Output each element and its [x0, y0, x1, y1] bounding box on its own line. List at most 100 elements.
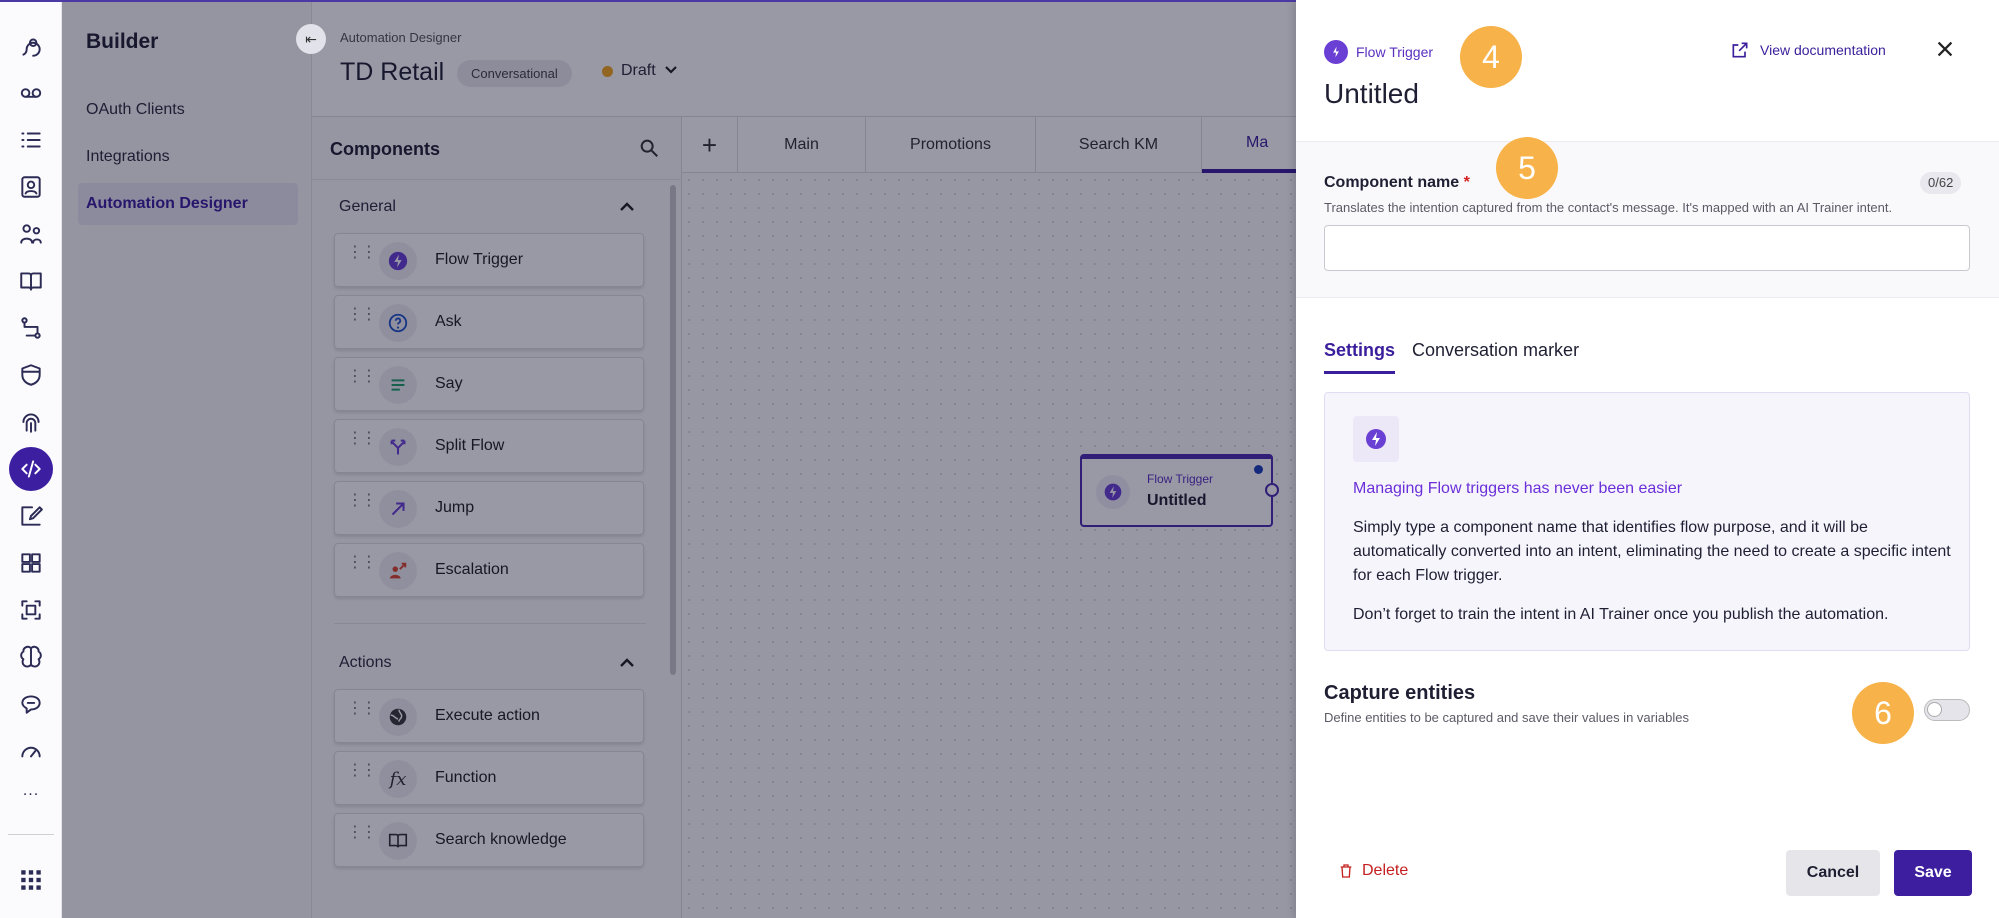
cancel-button[interactable]: Cancel	[1786, 850, 1880, 896]
component-escalation[interactable]: ⋮⋮ Escalation	[334, 543, 644, 597]
lines-icon	[379, 366, 417, 404]
char-counter: 0/62	[1920, 172, 1962, 194]
flow-icon[interactable]	[11, 308, 51, 348]
chevron-up-icon[interactable]	[618, 654, 636, 672]
collapse-sidebar-button[interactable]: ⇤	[296, 24, 326, 54]
bolt-icon	[1353, 416, 1399, 462]
flow-trigger-node[interactable]: Flow Trigger Untitled	[1080, 454, 1279, 527]
voicemail-icon[interactable]	[11, 73, 51, 113]
list-icon[interactable]	[11, 120, 51, 160]
frame-icon[interactable]	[11, 590, 51, 630]
fx-icon: fx	[379, 760, 417, 798]
capture-entities-title: Capture entities	[1324, 682, 1476, 704]
globe-icon	[379, 698, 417, 736]
component-ask[interactable]: ⋮⋮ Ask	[334, 295, 644, 349]
icon-rail: ...	[0, 0, 62, 918]
status-dot	[602, 65, 613, 77]
component-name-input[interactable]	[1324, 225, 1970, 271]
contact-card-icon[interactable]	[11, 167, 51, 207]
callout-marker: 5	[1496, 137, 1558, 199]
dashboard-icon[interactable]	[11, 543, 51, 583]
tab-main[interactable]: Main	[738, 117, 866, 173]
callout-marker: 6	[1852, 682, 1914, 744]
component-split-flow[interactable]: ⋮⋮ Split Flow	[334, 419, 644, 473]
code-icon[interactable]	[9, 447, 53, 491]
component-label: Ask	[435, 313, 462, 330]
tab-search-km[interactable]: Search KM	[1036, 117, 1202, 173]
arrow-icon	[379, 490, 417, 528]
delete-button[interactable]: Delete	[1338, 862, 1408, 880]
component-execute-action[interactable]: ⋮⋮ Execute action	[334, 689, 644, 743]
components-scrollbar[interactable]	[670, 185, 676, 675]
component-label: Search knowledge	[435, 831, 567, 848]
drag-handle-icon[interactable]: ⋮⋮	[347, 763, 377, 779]
drag-handle-icon[interactable]: ⋮⋮	[347, 701, 377, 717]
component-label: Function	[435, 769, 497, 786]
close-icon[interactable]	[1934, 38, 1958, 62]
tab-conversation-marker[interactable]: Conversation marker	[1412, 340, 1579, 371]
component-say[interactable]: ⋮⋮ Say	[334, 357, 644, 411]
info-body: Simply type a component name that identi…	[1353, 519, 1951, 584]
panel-title: Untitled	[1324, 78, 1419, 109]
drag-handle-icon[interactable]: ⋮⋮	[347, 369, 377, 385]
more-button[interactable]: ...	[0, 782, 62, 800]
sidebar-title: Builder	[86, 30, 159, 53]
drag-handle-icon[interactable]: ⋮⋮	[347, 307, 377, 323]
group-header-general[interactable]: General	[339, 198, 396, 216]
tab-settings[interactable]: Settings	[1324, 340, 1396, 374]
drag-handle-icon[interactable]: ⋮⋮	[347, 431, 377, 447]
tab-partial[interactable]: Ma	[1202, 117, 1296, 173]
people-icon[interactable]	[11, 214, 51, 254]
bolt-icon	[1096, 475, 1130, 509]
chevron-up-icon[interactable]	[618, 198, 636, 216]
builder-sidebar: Builder OAuth Clients Integrations Autom…	[62, 0, 312, 918]
info-card: Managing Flow triggers has never been ea…	[1324, 392, 1970, 651]
section-divider	[334, 623, 646, 624]
flow-canvas[interactable]: Flow Trigger Untitled	[682, 173, 1296, 918]
chat-icon[interactable]	[11, 684, 51, 724]
component-label: Split Flow	[435, 437, 505, 454]
save-button[interactable]: Save	[1894, 850, 1972, 896]
node-type-label: Flow Trigger	[1147, 472, 1214, 486]
drag-handle-icon[interactable]: ⋮⋮	[347, 825, 377, 841]
component-label: Say	[435, 375, 463, 392]
fingerprint-icon[interactable]	[11, 402, 51, 442]
shield-icon[interactable]	[11, 355, 51, 395]
component-search-knowledge[interactable]: ⋮⋮ Search knowledge	[334, 813, 644, 867]
panel-type: Flow Trigger	[1324, 40, 1433, 64]
edit-icon[interactable]	[11, 496, 51, 536]
sidebar-item-integrations[interactable]: Integrations	[78, 136, 298, 178]
breadcrumb[interactable]: Automation Designer	[340, 30, 461, 45]
capture-entities-toggle[interactable]	[1924, 699, 1970, 721]
sidebar-item-oauth-clients[interactable]: OAuth Clients	[78, 89, 298, 131]
search-icon[interactable]	[638, 137, 664, 163]
external-link-icon	[1732, 42, 1748, 58]
dialog-icon[interactable]	[11, 26, 51, 66]
trash-icon	[1340, 864, 1352, 878]
book-icon[interactable]	[11, 261, 51, 301]
sidebar-item-automation-designer[interactable]: Automation Designer	[78, 183, 298, 225]
group-header-actions[interactable]: Actions	[339, 654, 391, 672]
question-icon	[379, 304, 417, 342]
component-flow-trigger[interactable]: ⋮⋮ Flow Trigger	[334, 233, 644, 287]
node-output-port[interactable]	[1265, 483, 1279, 497]
status-dropdown[interactable]: Draft	[602, 62, 678, 80]
node-status-dot	[1254, 465, 1263, 474]
add-tab-button[interactable]: +	[682, 117, 738, 173]
page-title: TD Retail	[340, 58, 445, 86]
tab-promotions[interactable]: Promotions	[866, 117, 1036, 173]
gauge-icon[interactable]	[11, 731, 51, 771]
drag-handle-icon[interactable]: ⋮⋮	[347, 493, 377, 509]
grid-icon[interactable]	[11, 860, 51, 900]
type-badge: Conversational	[457, 60, 572, 87]
split-icon	[379, 428, 417, 466]
brain-icon[interactable]	[11, 637, 51, 677]
component-function[interactable]: ⋮⋮ fx Function	[334, 751, 644, 805]
components-panel: Components General ⋮⋮ Flow Trigger ⋮⋮ As…	[312, 117, 682, 918]
view-documentation-link[interactable]: View documentation	[1730, 40, 1886, 60]
drag-handle-icon[interactable]: ⋮⋮	[347, 555, 377, 571]
rail-divider	[8, 834, 54, 835]
drag-handle-icon[interactable]: ⋮⋮	[347, 245, 377, 261]
component-jump[interactable]: ⋮⋮ Jump	[334, 481, 644, 535]
required-mark: *	[1463, 174, 1470, 191]
